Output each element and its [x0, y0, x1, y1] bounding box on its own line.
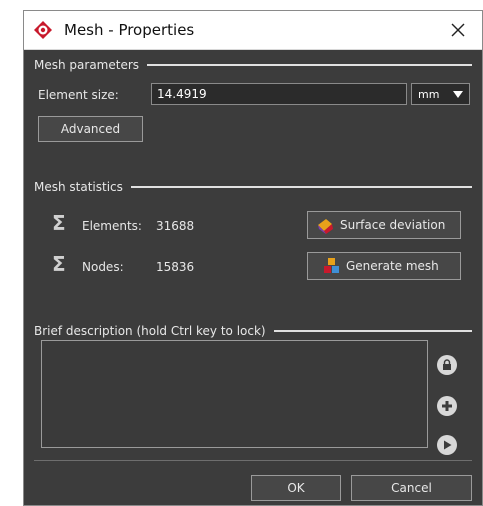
nodes-label: Nodes: — [82, 260, 124, 274]
mesh-statistics-label: Mesh statistics — [34, 180, 123, 194]
dialog-body: Mesh parameters Element size: 14.4919 mm… — [24, 50, 482, 505]
generate-mesh-label: Generate mesh — [346, 259, 439, 273]
nodes-value: 15836 — [156, 260, 195, 274]
chevron-down-icon — [453, 91, 463, 98]
unit-select-value: mm — [418, 88, 440, 101]
surface-deviation-label: Surface deviation — [340, 218, 446, 232]
mesh-parameters-header: Mesh parameters — [34, 58, 472, 72]
section-divider — [273, 330, 472, 332]
mesh-properties-dialog: Mesh - Properties Mesh parameters Elemen… — [24, 11, 482, 505]
title-bar: Mesh - Properties — [24, 11, 482, 50]
advanced-button[interactable]: Advanced — [38, 116, 143, 142]
surface-deviation-button[interactable]: Surface deviation — [307, 211, 461, 239]
ok-button[interactable]: OK — [251, 475, 341, 501]
cancel-button[interactable]: Cancel — [351, 475, 472, 501]
app-logo-icon — [34, 21, 52, 39]
sigma-icon: Σ — [52, 252, 66, 276]
add-icon[interactable] — [437, 396, 457, 416]
unit-select[interactable]: mm — [411, 83, 470, 105]
generate-mesh-button[interactable]: Generate mesh — [307, 252, 461, 280]
section-divider — [130, 186, 472, 188]
section-divider — [147, 64, 472, 66]
elements-value: 31688 — [156, 219, 195, 233]
surface-deviation-icon — [318, 219, 333, 234]
description-textarea[interactable] — [41, 340, 428, 448]
description-label: Brief description (hold Ctrl key to lock… — [34, 324, 266, 338]
mesh-parameters-label: Mesh parameters — [34, 58, 140, 72]
element-size-label: Element size: — [38, 88, 119, 102]
lock-icon[interactable] — [437, 355, 457, 375]
window-title: Mesh - Properties — [64, 21, 195, 39]
footer-divider — [34, 460, 472, 461]
mesh-blocks-icon — [324, 258, 339, 273]
elements-label: Elements: — [82, 219, 142, 233]
element-size-field[interactable]: 14.4919 — [151, 83, 407, 105]
mesh-statistics-header: Mesh statistics — [34, 180, 472, 194]
sigma-icon: Σ — [52, 211, 66, 235]
play-icon[interactable] — [437, 435, 457, 455]
close-icon[interactable] — [444, 17, 472, 43]
description-header: Brief description (hold Ctrl key to lock… — [34, 324, 472, 338]
